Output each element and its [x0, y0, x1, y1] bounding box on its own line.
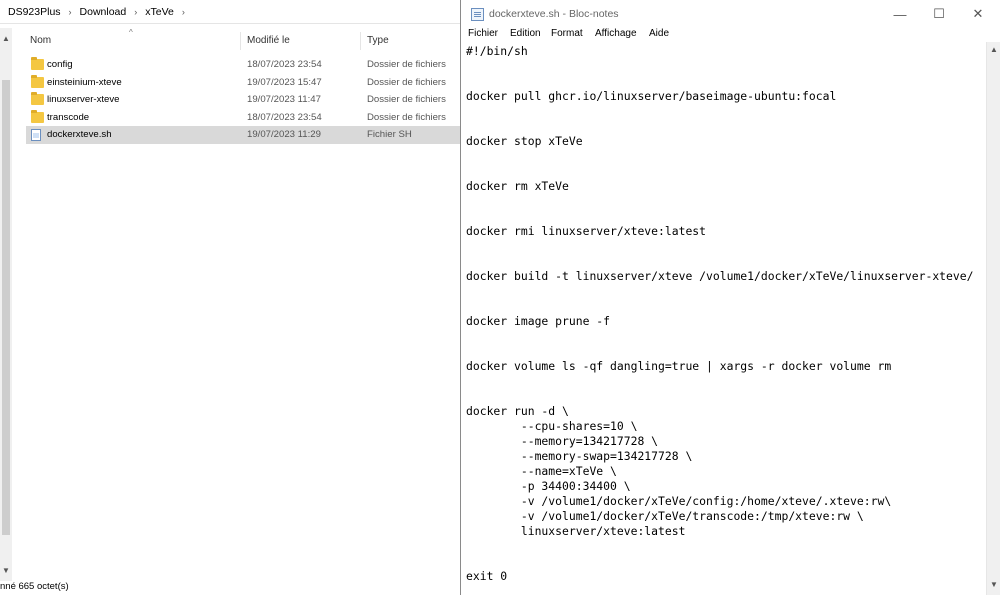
scroll-up-icon[interactable]: ▲ [2, 34, 10, 43]
file-row-config[interactable]: config 18/07/2023 23:54 Dossier de fichi… [26, 56, 466, 74]
column-divider[interactable] [360, 32, 361, 50]
file-date: 18/07/2023 23:54 [247, 59, 322, 71]
folder-icon [31, 109, 44, 123]
file-date: 19/07/2023 15:47 [247, 76, 322, 88]
menu-aide[interactable]: Aide [649, 28, 669, 39]
file-row-transcode[interactable]: transcode 18/07/2023 23:54 Dossier de fi… [26, 109, 466, 127]
minimize-icon[interactable]: — [881, 0, 919, 28]
scroll-down-icon[interactable]: ▼ [990, 580, 998, 589]
file-name: dockerxteve.sh [47, 129, 112, 141]
close-icon[interactable]: ✕ [959, 0, 997, 28]
status-bar: nné 665 octet(s) [0, 581, 69, 592]
scroll-down-icon[interactable]: ▼ [2, 566, 10, 575]
menu-fichier[interactable]: Fichier [468, 28, 498, 39]
file-type: Dossier de fichiers [367, 76, 446, 88]
text-editor[interactable]: #!/bin/sh docker pull ghcr.io/linuxserve… [461, 42, 986, 595]
file-name: config [47, 59, 73, 71]
file-icon [31, 128, 41, 141]
file-date: 18/07/2023 23:54 [247, 111, 322, 123]
file-row-einsteinium-xteve[interactable]: einsteinium-xteve 19/07/2023 15:47 Dossi… [26, 74, 466, 92]
left-pane-scrollbar[interactable]: ▲ ▼ [0, 28, 12, 581]
file-date: 19/07/2023 11:29 [247, 129, 321, 141]
menu-format[interactable]: Format [551, 28, 583, 39]
file-type: Dossier de fichiers [367, 111, 446, 123]
menu-bar: Fichier Edition Format Affichage Aide [461, 28, 1000, 42]
file-type: Fichier SH [367, 129, 412, 141]
maximize-icon[interactable]: ☐ [920, 0, 958, 28]
menu-edition[interactable]: Edition [510, 28, 541, 39]
breadcrumb: DS923Plus › Download › xTeVe › [0, 0, 470, 24]
file-list: config 18/07/2023 23:54 Dossier de fichi… [26, 56, 466, 144]
file-type: Dossier de fichiers [367, 59, 446, 71]
breadcrumb-xteve[interactable]: xTeVe [143, 6, 176, 18]
column-header-type[interactable]: Type [367, 35, 389, 46]
sort-arrow-icon: ^ [129, 28, 133, 37]
folder-icon [31, 74, 44, 88]
chevron-right-icon[interactable]: › [176, 7, 191, 17]
breadcrumb-download[interactable]: Download [78, 6, 129, 18]
column-headers: ^ Nom Modifié le Type [14, 28, 464, 54]
chevron-right-icon[interactable]: › [128, 7, 143, 17]
breadcrumb-ds923plus[interactable]: DS923Plus [6, 6, 63, 18]
column-header-name[interactable]: Nom [30, 35, 51, 46]
notepad-icon [471, 8, 484, 21]
folder-icon [31, 92, 44, 106]
file-name: transcode [47, 111, 90, 123]
folder-icon [31, 57, 44, 71]
file-type: Dossier de fichiers [367, 94, 446, 106]
file-date: 19/07/2023 11:47 [247, 94, 321, 106]
editor-vertical-scrollbar[interactable]: ▲ ▼ [986, 42, 1000, 595]
file-name: linuxserver-xteve [47, 94, 120, 106]
file-name: einsteinium-xteve [47, 76, 122, 88]
menu-affichage[interactable]: Affichage [595, 28, 637, 39]
chevron-right-icon[interactable]: › [63, 7, 78, 17]
notepad-window: dockerxteve.sh - Bloc-notes — ☐ ✕ Fichie… [460, 0, 1000, 595]
window-title: dockerxteve.sh - Bloc-notes [489, 8, 619, 20]
column-divider[interactable] [240, 32, 241, 50]
file-row-dockerxteve-sh[interactable]: dockerxteve.sh 19/07/2023 11:29 Fichier … [26, 126, 466, 144]
column-header-modified[interactable]: Modifié le [247, 35, 290, 46]
notepad-titlebar[interactable]: dockerxteve.sh - Bloc-notes — ☐ ✕ [461, 0, 1000, 28]
scroll-up-icon[interactable]: ▲ [990, 45, 998, 54]
scrollbar-thumb[interactable] [2, 80, 10, 535]
file-row-linuxserver-xteve[interactable]: linuxserver-xteve 19/07/2023 11:47 Dossi… [26, 91, 466, 109]
editor-content[interactable]: #!/bin/sh docker pull ghcr.io/linuxserve… [466, 44, 973, 584]
